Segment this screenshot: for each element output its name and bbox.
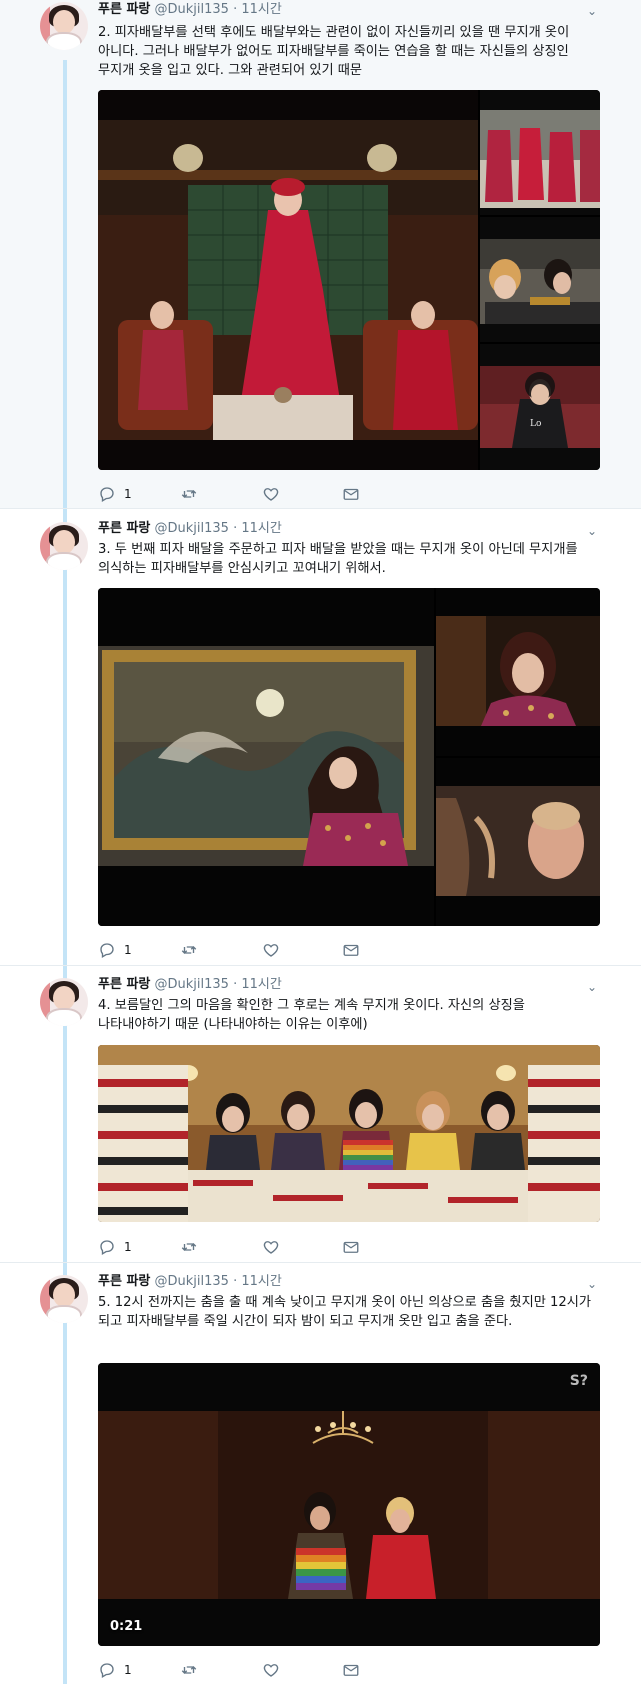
chevron-down-icon[interactable]: ⌄ [584, 979, 600, 995]
photo-grid[interactable] [98, 588, 600, 926]
photo-4[interactable]: Lo [480, 344, 600, 470]
reply-count: 1 [124, 487, 132, 501]
display-name[interactable]: 푸른 파랑 [98, 977, 150, 992]
reply-count: 1 [124, 1663, 132, 1677]
tweet-text: 5. 12시 전까지는 춤을 출 때 계속 낮이고 무지개 옷이 아닌 의상으로… [98, 1295, 592, 1329]
tweet-divider [0, 965, 641, 966]
tweet-actions: 1 [98, 1660, 398, 1680]
tweet-text: 2. 피자배달부를 선택 후에도 배달부와는 관련이 없이 자신들끼리 있을 땐… [98, 25, 570, 78]
like-button[interactable] [262, 940, 280, 960]
video-duration: 0:21 [110, 1619, 143, 1634]
avatar[interactable] [40, 978, 88, 1026]
chevron-down-icon[interactable]: ⌄ [584, 3, 600, 19]
svg-text:Lo: Lo [530, 419, 541, 429]
tweet-actions: 1 [98, 1237, 398, 1257]
photo[interactable] [98, 1045, 600, 1222]
separator: · [228, 1274, 242, 1289]
display-name[interactable]: 푸른 파랑 [98, 1274, 150, 1289]
chevron-down-icon[interactable]: ⌄ [584, 523, 600, 539]
heart-icon [263, 1664, 279, 1677]
photo-2[interactable] [480, 90, 600, 215]
retweet-button[interactable] [180, 1237, 198, 1257]
photo-grid[interactable]: Lo [98, 90, 600, 470]
video-player[interactable]: S? 0:21 [98, 1363, 600, 1646]
timestamp[interactable]: 11시간 [241, 1274, 281, 1289]
dm-button[interactable] [342, 940, 360, 960]
photo-2[interactable] [436, 588, 600, 756]
photo-3[interactable] [436, 758, 600, 926]
separator: · [228, 2, 242, 17]
heart-icon [263, 944, 279, 957]
heart-icon [263, 1241, 279, 1254]
envelope-icon [343, 944, 359, 956]
dm-button[interactable] [342, 484, 360, 504]
heart-icon [263, 488, 279, 501]
like-button[interactable] [262, 1237, 280, 1257]
envelope-icon [343, 488, 359, 500]
retweet-button[interactable] [180, 484, 198, 504]
dm-button[interactable] [342, 1237, 360, 1257]
retweet-icon [181, 1666, 197, 1674]
like-button[interactable] [262, 1660, 280, 1680]
tweet-header: 푸른 파랑 @Dukjil135 · 11시간 [98, 975, 282, 995]
reply-button[interactable]: 1 [98, 940, 132, 960]
tweet-header: 푸른 파랑 @Dukjil135 · 11시간 [98, 0, 282, 20]
tweet-header: 푸른 파랑 @Dukjil135 · 11시간 [98, 519, 282, 539]
avatar[interactable] [40, 522, 88, 570]
retweet-icon [181, 946, 197, 954]
tweet-text: 4. 보름달인 그의 마음을 확인한 그 후로는 계속 무지개 옷이다. 자신의… [98, 998, 525, 1032]
user-handle[interactable]: @Dukjil135 [155, 521, 229, 536]
photo-1[interactable] [98, 90, 478, 470]
chevron-down-icon[interactable]: ⌄ [584, 1276, 600, 1292]
tweet-header: 푸른 파랑 @Dukjil135 · 11시간 [98, 1272, 282, 1292]
retweet-icon [181, 490, 197, 498]
separator: · [228, 521, 242, 536]
photo-3[interactable] [480, 217, 600, 342]
user-handle[interactable]: @Dukjil135 [155, 977, 229, 992]
reply-button[interactable]: 1 [98, 1660, 132, 1680]
envelope-icon [343, 1664, 359, 1676]
timestamp[interactable]: 11시간 [241, 521, 281, 536]
timestamp[interactable]: 11시간 [241, 2, 281, 17]
reply-icon [100, 487, 114, 502]
photo-1[interactable] [98, 588, 434, 926]
separator: · [228, 977, 242, 992]
avatar[interactable] [40, 1275, 88, 1323]
reply-button[interactable]: 1 [98, 1237, 132, 1257]
tweet-divider [0, 1262, 641, 1263]
timestamp[interactable]: 11시간 [241, 977, 281, 992]
user-handle[interactable]: @Dukjil135 [155, 2, 229, 17]
avatar[interactable] [40, 2, 88, 50]
retweet-icon [181, 1243, 197, 1251]
thread-line [63, 60, 67, 508]
tweet-text: 3. 두 번째 피자 배달을 주문하고 피자 배달을 받았을 때는 무지개 옷이… [98, 542, 578, 576]
tweet-actions: 1 [98, 484, 398, 504]
display-name[interactable]: 푸른 파랑 [98, 2, 150, 17]
retweet-button[interactable] [180, 1660, 198, 1680]
envelope-icon [343, 1241, 359, 1253]
reply-count: 1 [124, 1240, 132, 1254]
user-handle[interactable]: @Dukjil135 [155, 1274, 229, 1289]
reply-icon [100, 943, 114, 958]
video-badge-icon: S? [569, 1373, 588, 1389]
reply-icon [100, 1240, 114, 1255]
like-button[interactable] [262, 484, 280, 504]
reply-button[interactable]: 1 [98, 484, 132, 504]
tweet-divider [0, 508, 641, 509]
tweet-actions: 1 [98, 940, 398, 960]
dm-button[interactable] [342, 1660, 360, 1680]
reply-count: 1 [124, 943, 132, 957]
retweet-button[interactable] [180, 940, 198, 960]
display-name[interactable]: 푸른 파랑 [98, 521, 150, 536]
reply-icon [100, 1663, 114, 1678]
